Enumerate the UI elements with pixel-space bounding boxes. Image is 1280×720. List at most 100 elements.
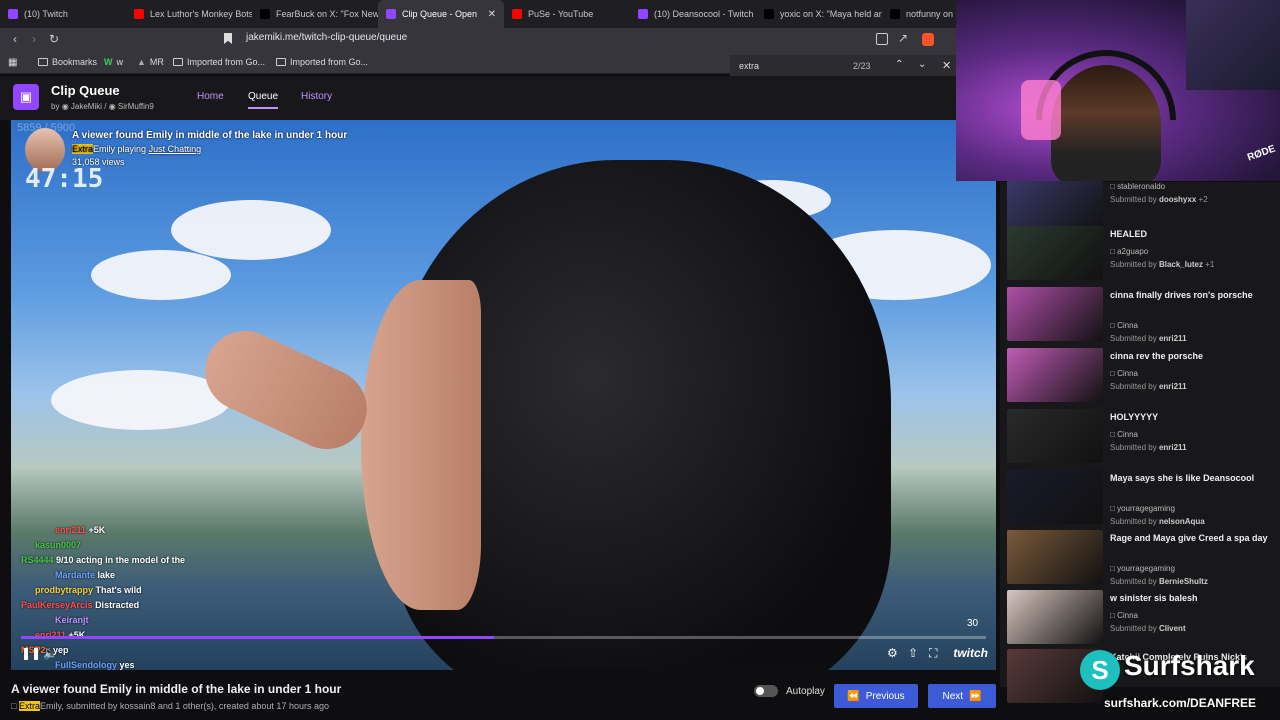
- chat-user[interactable]: PaulKerseyArcis: [21, 600, 93, 610]
- nav-home[interactable]: Home: [197, 91, 224, 102]
- extension-icon[interactable]: [876, 33, 888, 45]
- chat-text: +5K: [88, 525, 106, 535]
- cloud-shape: [51, 370, 231, 430]
- queue-item[interactable]: cinna rev the porsche □ Cinna Submitted by…: [1007, 348, 1277, 404]
- queue-item-submitter: Submitted by enri211: [1110, 443, 1187, 452]
- chat-text: Distracted: [95, 600, 140, 610]
- queue-item[interactable]: w sinister sis balesh □ Cinna Submitted by…: [1007, 590, 1277, 646]
- chat-user[interactable]: RS4444: [21, 555, 54, 565]
- browser-tab[interactable]: (10) Deansocool - Twitch: [630, 0, 756, 28]
- channel-icon: □: [1110, 430, 1115, 439]
- tab-label: FearBuck on X: "Fox News: [276, 9, 378, 19]
- autoplay-toggle[interactable]: [754, 685, 778, 697]
- channel-icon: □: [1110, 247, 1115, 256]
- channel-name[interactable]: Emily: [40, 701, 61, 711]
- nav-history[interactable]: History: [301, 91, 332, 102]
- browser-tab[interactable]: Lex Luthor's Monkey Bots: [126, 0, 252, 28]
- find-count: 2/23: [853, 61, 871, 71]
- bookmark-imported-1[interactable]: Imported from Go...: [173, 57, 265, 67]
- queue-item[interactable]: Maya says she is like Deansocool □ yourra…: [1007, 470, 1277, 526]
- nav-queue[interactable]: Queue: [248, 91, 279, 109]
- bookmark-mr[interactable]: ▲ MR: [137, 57, 164, 67]
- chat-user[interactable]: kasun0007: [35, 540, 81, 550]
- channel-name: yourragegaming: [1117, 504, 1175, 513]
- browser-tab[interactable]: Clip Queue - Open ✕: [378, 0, 504, 28]
- tab-label: notfunny on: [906, 9, 954, 19]
- find-prev-icon[interactable]: ⌃: [895, 59, 903, 70]
- queue-item[interactable]: cinna finally drives ron's porsche □ Cinn…: [1007, 287, 1277, 343]
- category-link[interactable]: Just Chatting: [149, 144, 202, 154]
- queue-item-title: w sinister sis balesh: [1110, 593, 1198, 603]
- bookmarks-folder[interactable]: Bookmarks: [38, 57, 97, 67]
- bookmark-star-icon[interactable]: [224, 33, 232, 44]
- chat-user[interactable]: Keiranjt: [55, 615, 89, 625]
- share-icon[interactable]: ↗: [898, 31, 908, 45]
- queue-item[interactable]: HOLYYYYY □ Cinna Submitted by enri211: [1007, 409, 1277, 465]
- brave-icon[interactable]: [922, 33, 934, 46]
- rewind-icon: ⏪: [847, 690, 860, 702]
- playing-label: playing: [117, 144, 147, 154]
- clip-thumbnail[interactable]: [1007, 409, 1103, 463]
- settings-gear-icon[interactable]: ⚙: [887, 646, 898, 660]
- bookmark-imported-2[interactable]: Imported from Go...: [276, 57, 368, 67]
- clip-thumbnail[interactable]: [1007, 178, 1103, 232]
- share-icon[interactable]: ⇧: [908, 646, 918, 660]
- channel-highlight: Extra: [72, 144, 94, 154]
- video-progress-bar[interactable]: [21, 636, 986, 639]
- submitter-extra: +2: [1198, 195, 1208, 204]
- clip-thumbnail[interactable]: [1007, 287, 1103, 341]
- autoplay-control[interactable]: Autoplay: [754, 685, 825, 697]
- find-input[interactable]: extra: [739, 61, 759, 71]
- author-link[interactable]: JakeMiki: [71, 102, 102, 111]
- queue-item-channel: □ yourragegaming: [1110, 504, 1175, 513]
- shelf-decor: [1186, 0, 1280, 90]
- clip-thumbnail[interactable]: [1007, 590, 1103, 644]
- next-button[interactable]: Next ⏩: [928, 684, 996, 708]
- reload-icon[interactable]: ↻: [44, 32, 64, 46]
- tab-close-icon[interactable]: ✕: [488, 9, 496, 20]
- browser-tab[interactable]: FearBuck on X: "Fox News: [252, 0, 378, 28]
- browser-tab[interactable]: PuSe - YouTube: [504, 0, 630, 28]
- channel-icon: □: [1110, 182, 1115, 191]
- chat-user[interactable]: enri211: [55, 525, 86, 535]
- clip-thumbnail[interactable]: [1007, 348, 1103, 402]
- chat-message: kasun0007: [11, 540, 271, 555]
- previous-button[interactable]: ⏪ Previous: [834, 684, 918, 708]
- tab-label: Lex Luthor's Monkey Bots: [150, 9, 252, 19]
- clip-title-overlay: A viewer found Emily in middle of the la…: [72, 130, 348, 141]
- author-link[interactable]: SirMuffin9: [118, 102, 154, 111]
- submitter-name: enri211: [1158, 443, 1187, 452]
- apps-grid-icon[interactable]: ▦: [8, 57, 17, 68]
- submitted-label: Submitted by: [1110, 260, 1157, 269]
- clip-queue-logo-icon[interactable]: ▣: [13, 84, 39, 110]
- chat-user[interactable]: prodbytrappy: [35, 585, 93, 595]
- queue-item[interactable]: HEALED □ a2guapo Submitted by Black_lutez …: [1007, 226, 1277, 282]
- chat-text: That's wild: [95, 585, 142, 595]
- clip-thumbnail[interactable]: [1007, 226, 1103, 280]
- submitted-label: Submitted by: [1110, 443, 1157, 452]
- url-field[interactable]: jakemiki.me/twitch-clip-queue/queue: [246, 32, 407, 43]
- queue-item[interactable]: Rage and Maya give Creed a spa day □ your…: [1007, 530, 1277, 586]
- clip-thumbnail[interactable]: [1007, 530, 1103, 584]
- channel-name[interactable]: Emily: [93, 144, 115, 154]
- find-next-icon[interactable]: ⌄: [918, 59, 926, 70]
- bookmark-w[interactable]: W w: [104, 57, 123, 67]
- find-close-icon[interactable]: ✕: [942, 59, 951, 72]
- twitch-logo[interactable]: twitch: [953, 646, 988, 660]
- clip-thumbnail[interactable]: [1007, 470, 1103, 524]
- channel-name: Cinna: [1117, 321, 1138, 330]
- pause-icon[interactable]: ❚❚: [21, 646, 41, 660]
- forward-icon[interactable]: ›: [24, 32, 44, 46]
- chat-user[interactable]: FullSendology: [55, 660, 117, 670]
- back-icon[interactable]: ‹: [5, 32, 25, 46]
- browser-tab[interactable]: (10) Twitch: [0, 0, 126, 28]
- folder-icon: [38, 58, 48, 66]
- queue-item-submitter: Submitted by Clivent: [1110, 624, 1186, 633]
- video-player[interactable]: 5859 / 5900 A viewer found Emily in midd…: [11, 120, 996, 670]
- fullscreen-icon[interactable]: ⛶: [929, 646, 937, 661]
- stream-timer: 47:15: [25, 164, 104, 194]
- volume-icon[interactable]: 🔈: [43, 646, 58, 660]
- chat-user[interactable]: Mardante: [55, 570, 95, 580]
- progress-fill: [21, 636, 494, 639]
- browser-tab[interactable]: yoxic on X: "Maya held an: [756, 0, 882, 28]
